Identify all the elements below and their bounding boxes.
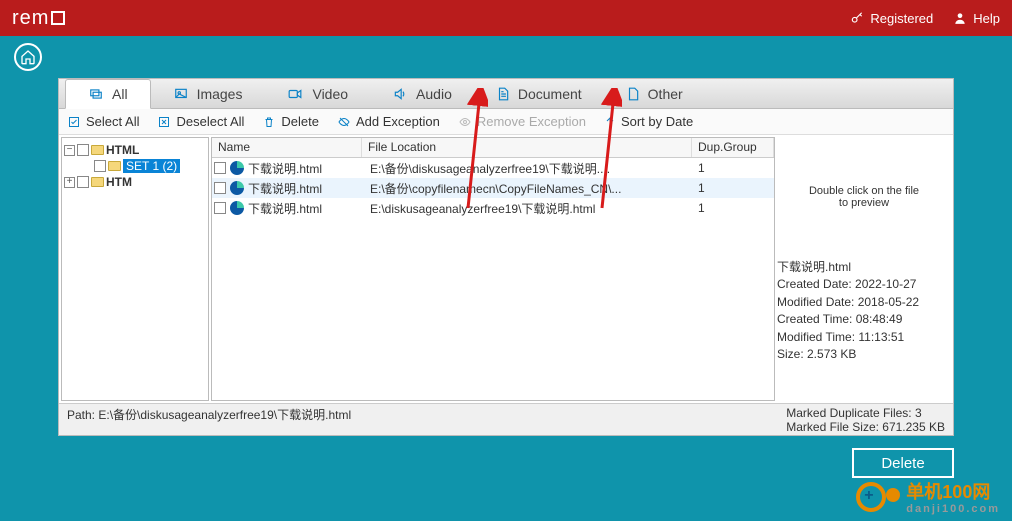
tab-audio[interactable]: Audio	[370, 79, 474, 108]
file-details: 下载说明.html Created Date: 2022-10-27 Modif…	[777, 257, 951, 365]
status-marked-size: Marked File Size: 671.235 KB	[786, 420, 945, 434]
col-name[interactable]: Name	[212, 138, 362, 157]
registered-link[interactable]: Registered	[850, 11, 933, 26]
status-marked-files: Marked Duplicate Files: 3	[786, 406, 945, 420]
tree-node[interactable]: −HTML	[64, 142, 206, 158]
status-path: Path: E:\备份\diskusageanalyzerfree19\下载说明…	[67, 406, 351, 423]
remove-exception-button: Remove Exception	[458, 114, 586, 129]
help-link[interactable]: Help	[953, 11, 1000, 26]
action-toolbar: Select All Deselect All Delete Add Excep…	[59, 109, 953, 135]
side-panel: Double click on the fileto preview 下载说明.…	[777, 137, 951, 401]
eye-off-icon	[337, 116, 351, 128]
col-group[interactable]: Dup.Group	[692, 138, 774, 157]
tab-other[interactable]: Other	[604, 79, 705, 108]
watermark-logo-icon: +	[856, 480, 900, 514]
home-button[interactable]	[14, 43, 42, 71]
preview-pane[interactable]: Double click on the fileto preview	[777, 137, 951, 257]
video-icon	[286, 87, 304, 101]
check-icon	[67, 116, 81, 128]
tab-all[interactable]: All	[65, 79, 151, 109]
home-icon	[20, 49, 36, 65]
watermark: + 单机100网danji100.com	[856, 478, 1000, 515]
file-grid: Name File Location Dup.Group 下载说明.html E…	[211, 137, 775, 401]
checkbox[interactable]	[77, 176, 89, 188]
folder-icon	[91, 145, 104, 155]
arrow-up-icon	[604, 116, 616, 128]
expand-icon[interactable]: +	[64, 177, 75, 188]
select-all-button[interactable]: Select All	[67, 114, 139, 129]
eye-icon	[458, 116, 472, 128]
deselect-all-button[interactable]: Deselect All	[157, 114, 244, 129]
detail-modified-date: Modified Date: 2018-05-22	[777, 294, 951, 311]
audio-icon	[392, 87, 408, 101]
edge-icon	[230, 201, 244, 215]
sort-by-date-button[interactable]: Sort by Date	[604, 114, 693, 129]
key-icon	[850, 11, 864, 25]
checkbox[interactable]	[214, 202, 226, 214]
document-icon	[496, 87, 510, 101]
file-icon	[626, 87, 640, 101]
delete-button[interactable]: Delete	[852, 448, 954, 478]
table-row[interactable]: 下载说明.html E:\diskusageanalyzerfree19\下载说…	[212, 198, 774, 218]
app-logo: rem	[12, 7, 65, 30]
main-panel: All Images Video Audio Document Other Se…	[58, 78, 954, 436]
filter-tabs: All Images Video Audio Document Other	[59, 79, 953, 109]
image-icon	[173, 87, 189, 101]
folder-tree[interactable]: −HTML SET 1 (2) +HTM	[61, 137, 209, 401]
tree-node[interactable]: +HTM	[64, 174, 206, 190]
checkbox[interactable]	[77, 144, 89, 156]
tab-images[interactable]: Images	[151, 79, 265, 108]
stack-icon	[88, 87, 104, 101]
detail-size: Size: 2.573 KB	[777, 346, 951, 363]
collapse-icon[interactable]: −	[64, 145, 75, 156]
grid-body[interactable]: 下载说明.html E:\备份\diskusageanalyzerfree19\…	[212, 158, 774, 400]
person-icon	[953, 11, 967, 25]
tree-node[interactable]: SET 1 (2)	[94, 158, 206, 174]
title-bar: rem Registered Help	[0, 0, 1012, 36]
table-row[interactable]: 下载说明.html E:\备份\diskusageanalyzerfree19\…	[212, 158, 774, 178]
detail-modified-time: Modified Time: 11:13:51	[777, 329, 951, 346]
detail-filename: 下载说明.html	[777, 259, 951, 276]
tab-document[interactable]: Document	[474, 79, 604, 108]
table-row[interactable]: 下载说明.html E:\备份\copyfilenamecn\CopyFileN…	[212, 178, 774, 198]
trash-icon	[262, 116, 276, 128]
delete-toolbar-button[interactable]: Delete	[262, 114, 319, 129]
edge-icon	[230, 161, 244, 175]
uncheck-icon	[157, 116, 171, 128]
grid-header: Name File Location Dup.Group	[212, 138, 774, 158]
edge-icon	[230, 181, 244, 195]
checkbox[interactable]	[214, 182, 226, 194]
tab-video[interactable]: Video	[264, 79, 370, 108]
checkbox[interactable]	[214, 162, 226, 174]
col-location[interactable]: File Location	[362, 138, 692, 157]
detail-created-time: Created Time: 08:48:49	[777, 311, 951, 328]
folder-icon	[108, 161, 121, 171]
detail-created-date: Created Date: 2022-10-27	[777, 276, 951, 293]
add-exception-button[interactable]: Add Exception	[337, 114, 440, 129]
folder-icon	[91, 177, 104, 187]
status-bar: Path: E:\备份\diskusageanalyzerfree19\下载说明…	[59, 403, 953, 435]
nav-strip	[0, 36, 1012, 78]
checkbox[interactable]	[94, 160, 106, 172]
